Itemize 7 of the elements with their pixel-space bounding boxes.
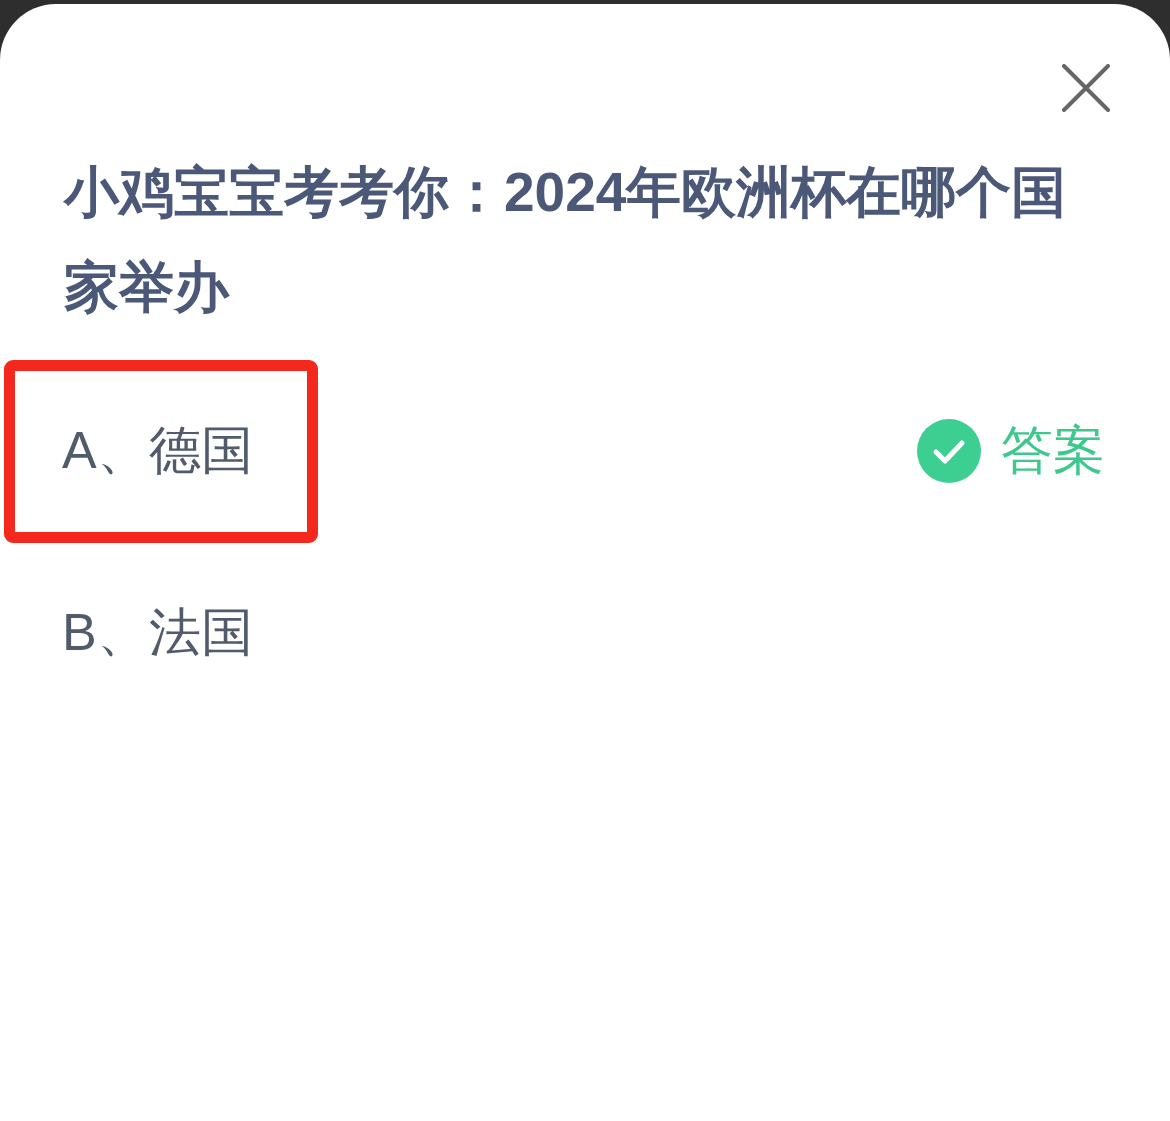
answer-label: 答案 — [1001, 420, 1105, 481]
check-circle-icon — [917, 419, 981, 483]
question-text: 小鸡宝宝考考你：2024年欧洲杯在哪个国家举办 — [64, 160, 1068, 320]
close-icon — [1062, 64, 1110, 112]
close-button[interactable] — [1062, 64, 1110, 112]
option-label[interactable]: B、法国 — [62, 598, 253, 668]
option-label[interactable]: A、德国 — [62, 416, 253, 486]
